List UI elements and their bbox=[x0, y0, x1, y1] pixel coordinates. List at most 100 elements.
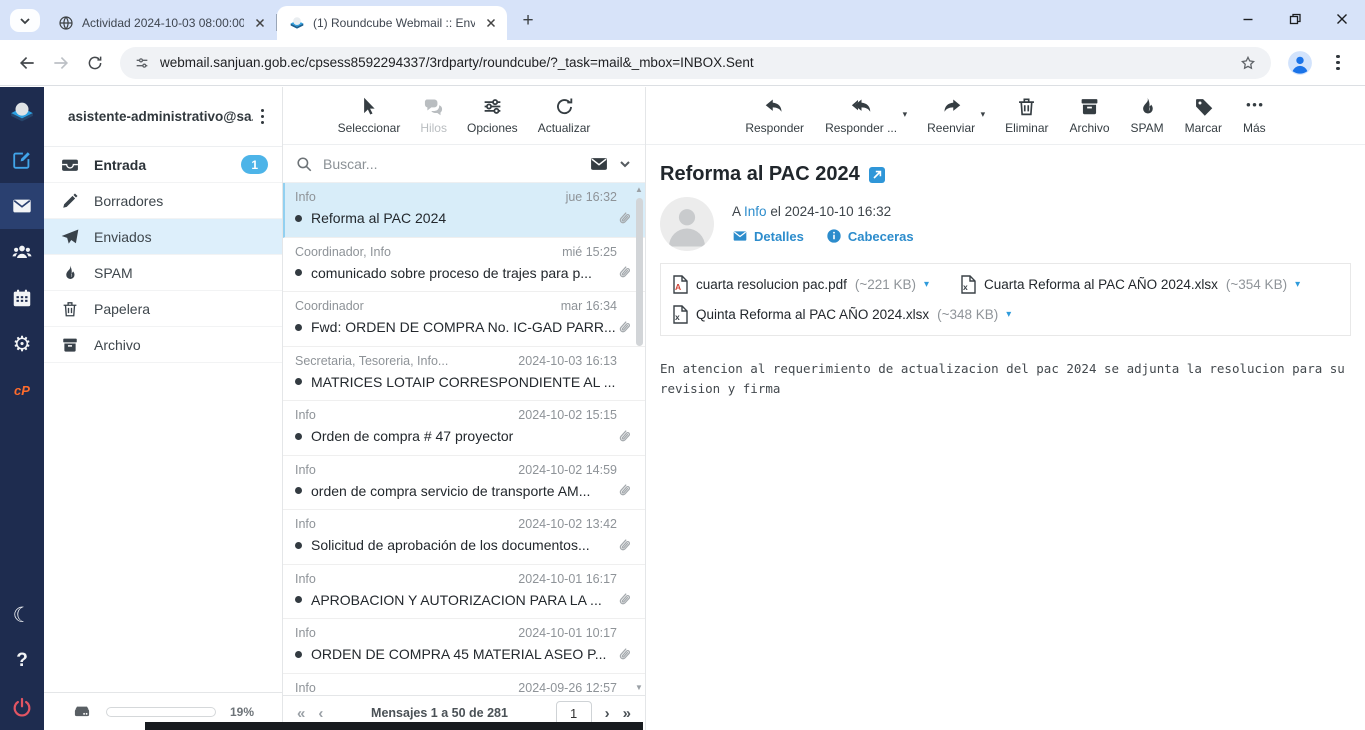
archive-button[interactable]: Archivo bbox=[1069, 96, 1109, 135]
folder-spam[interactable]: SPAM bbox=[44, 255, 282, 291]
next-page-button[interactable]: › bbox=[605, 706, 610, 721]
folder-enviados[interactable]: Enviados bbox=[44, 219, 282, 255]
globe-icon bbox=[58, 15, 74, 31]
headers-toggle[interactable]: Cabeceras bbox=[826, 228, 914, 244]
mark-button[interactable]: Marcar bbox=[1185, 96, 1222, 135]
tune-icon bbox=[134, 55, 150, 71]
rail-contacts-button[interactable] bbox=[0, 229, 44, 275]
search-input[interactable] bbox=[323, 156, 579, 172]
search-scope-button[interactable] bbox=[589, 154, 633, 174]
scrollbar-thumb[interactable] bbox=[636, 198, 643, 346]
attachment-xlsx[interactable]: x Cuarta Reforma al PAC AÑO 2024.xlsx (~… bbox=[961, 271, 1300, 298]
select-button[interactable]: Seleccionar bbox=[338, 96, 401, 135]
pagination-label: Mensajes 1 a 50 de 281 bbox=[336, 706, 542, 720]
attachment-menu-caret-icon[interactable]: ▾ bbox=[1295, 279, 1300, 290]
message-row[interactable]: Info2024-10-01 16:17 APROBACION Y AUTORI… bbox=[283, 565, 645, 620]
tab-close-button[interactable] bbox=[252, 15, 268, 31]
prev-page-button[interactable]: ‹ bbox=[318, 706, 323, 721]
reload-button[interactable] bbox=[78, 46, 112, 80]
message-row[interactable]: Coordinadormar 16:34 Fwd: ORDEN DE COMPR… bbox=[283, 292, 645, 347]
xlsx-file-icon: x bbox=[673, 305, 688, 324]
message-row[interactable]: Info2024-10-02 14:59 orden de compra ser… bbox=[283, 456, 645, 511]
attachment-pdf[interactable]: A cuarta resolucion pac.pdf (~221 KB) ▾ bbox=[673, 271, 929, 298]
message-row[interactable]: Info2024-10-02 15:15 Orden de compra # 4… bbox=[283, 401, 645, 456]
new-tab-button[interactable]: + bbox=[515, 8, 541, 34]
flame-icon bbox=[61, 264, 79, 282]
site-settings-icon[interactable] bbox=[134, 55, 150, 71]
message-row[interactable]: Secretaria, Tesoreria, Info...2024-10-03… bbox=[283, 347, 645, 402]
tag-icon bbox=[1193, 96, 1214, 117]
dropdown-caret-icon[interactable]: ▾ bbox=[903, 109, 908, 120]
rail-settings-button[interactable]: ⚙ bbox=[0, 321, 44, 367]
contacts-icon bbox=[11, 241, 33, 263]
folder-borradores[interactable]: Borradores bbox=[44, 183, 282, 219]
bookmark-star-button[interactable] bbox=[1239, 54, 1257, 72]
browser-tab-actividad[interactable]: Actividad 2024-10-03 08:00:00 bbox=[46, 6, 276, 40]
paperclip-icon bbox=[615, 264, 633, 282]
attachment-menu-caret-icon[interactable]: ▾ bbox=[1006, 309, 1011, 320]
back-button[interactable] bbox=[10, 46, 44, 80]
tab-close-button[interactable] bbox=[483, 15, 499, 31]
options-button[interactable]: Opciones bbox=[467, 96, 518, 135]
url-text: webmail.sanjuan.gob.ec/cpsess8592294337/… bbox=[160, 55, 1229, 70]
unread-dot-icon bbox=[295, 596, 302, 603]
recipient-link[interactable]: Info bbox=[744, 204, 767, 219]
first-page-button[interactable]: « bbox=[297, 706, 305, 721]
rail-cpanel-button[interactable]: cP bbox=[0, 367, 44, 413]
folder-options-button[interactable] bbox=[253, 105, 273, 129]
rail-logout-button[interactable] bbox=[0, 684, 44, 730]
close-window-button[interactable] bbox=[1318, 0, 1365, 38]
dropdown-caret-icon[interactable]: ▾ bbox=[981, 109, 986, 120]
delete-button[interactable]: Eliminar bbox=[1005, 96, 1048, 135]
more-button[interactable]: Más bbox=[1243, 96, 1266, 135]
browser-menu-button[interactable] bbox=[1321, 46, 1355, 80]
reply-all-button[interactable]: Responder ... ▾ bbox=[825, 96, 897, 135]
browser-profile-button[interactable] bbox=[1287, 50, 1313, 76]
scroll-down-icon[interactable]: ▼ bbox=[635, 684, 643, 692]
scrollbar-track[interactable] bbox=[633, 194, 645, 684]
restore-button[interactable] bbox=[1271, 0, 1318, 38]
rail-calendar-button[interactable] bbox=[0, 275, 44, 321]
recipient-line: A Info el 2024-10-10 16:32 bbox=[732, 204, 914, 219]
message-row[interactable]: Coordinador, Infomié 15:25 comunicado so… bbox=[283, 238, 645, 293]
attachment-xlsx[interactable]: x Quinta Reforma al PAC AÑO 2024.xlsx (~… bbox=[673, 301, 1011, 328]
list-scrollbar[interactable]: ▲ ▼ bbox=[633, 183, 645, 695]
rail-darkmode-button[interactable]: ☾ bbox=[0, 592, 44, 638]
spam-button[interactable]: SPAM bbox=[1131, 96, 1164, 135]
options-label: Opciones bbox=[467, 121, 518, 135]
attachment-menu-caret-icon[interactable]: ▾ bbox=[924, 279, 929, 290]
folder-papelera[interactable]: Papelera bbox=[44, 291, 282, 327]
threads-button[interactable]: Hilos bbox=[420, 96, 447, 135]
message-row[interactable]: Infojue 16:32 Reforma al PAC 2024 bbox=[283, 183, 645, 238]
message-date: 2024-09-26 12:57 bbox=[518, 681, 617, 695]
open-in-new-window-icon[interactable] bbox=[869, 167, 885, 183]
last-page-button[interactable]: » bbox=[623, 706, 631, 721]
plus-icon: + bbox=[522, 10, 533, 32]
tab-search-button[interactable] bbox=[10, 9, 40, 32]
cursor-icon bbox=[358, 96, 379, 117]
message-row[interactable]: Info2024-09-26 12:57 bbox=[283, 674, 645, 696]
rail-mail-button[interactable] bbox=[0, 183, 44, 229]
scroll-up-icon[interactable]: ▲ bbox=[635, 186, 643, 194]
reply-all-label: Responder ... bbox=[825, 121, 897, 135]
restore-icon bbox=[1287, 11, 1303, 27]
url-bar[interactable]: webmail.sanjuan.gob.ec/cpsess8592294337/… bbox=[120, 47, 1271, 79]
folder-archivo[interactable]: Archivo bbox=[44, 327, 282, 363]
refresh-button[interactable]: Actualizar bbox=[538, 96, 591, 135]
message-row[interactable]: Info2024-10-01 10:17 ORDEN DE COMPRA 45 … bbox=[283, 619, 645, 674]
minimize-button[interactable] bbox=[1224, 0, 1271, 38]
sender-block: A Info el 2024-10-10 16:32 Detalles bbox=[660, 197, 1351, 251]
list-toolbar: Seleccionar Hilos Opciones Actualizar bbox=[283, 87, 645, 145]
forward-button[interactable] bbox=[44, 46, 78, 80]
forward-button[interactable]: Reenviar ▾ bbox=[927, 96, 975, 135]
browser-tab-roundcube[interactable]: (1) Roundcube Webmail :: Envia bbox=[277, 6, 507, 40]
archive-icon bbox=[1079, 96, 1100, 117]
rail-compose-button[interactable] bbox=[0, 137, 44, 183]
message-sender: Secretaria, Tesoreria, Info... bbox=[295, 354, 448, 368]
rail-help-button[interactable]: ? bbox=[0, 638, 44, 684]
message-row[interactable]: Info2024-10-02 13:42 Solicitud de aproba… bbox=[283, 510, 645, 565]
folder-entrada[interactable]: Entrada 1 bbox=[44, 147, 282, 183]
back-icon bbox=[17, 53, 37, 73]
details-toggle[interactable]: Detalles bbox=[732, 228, 804, 244]
reply-button[interactable]: Responder bbox=[745, 96, 804, 135]
